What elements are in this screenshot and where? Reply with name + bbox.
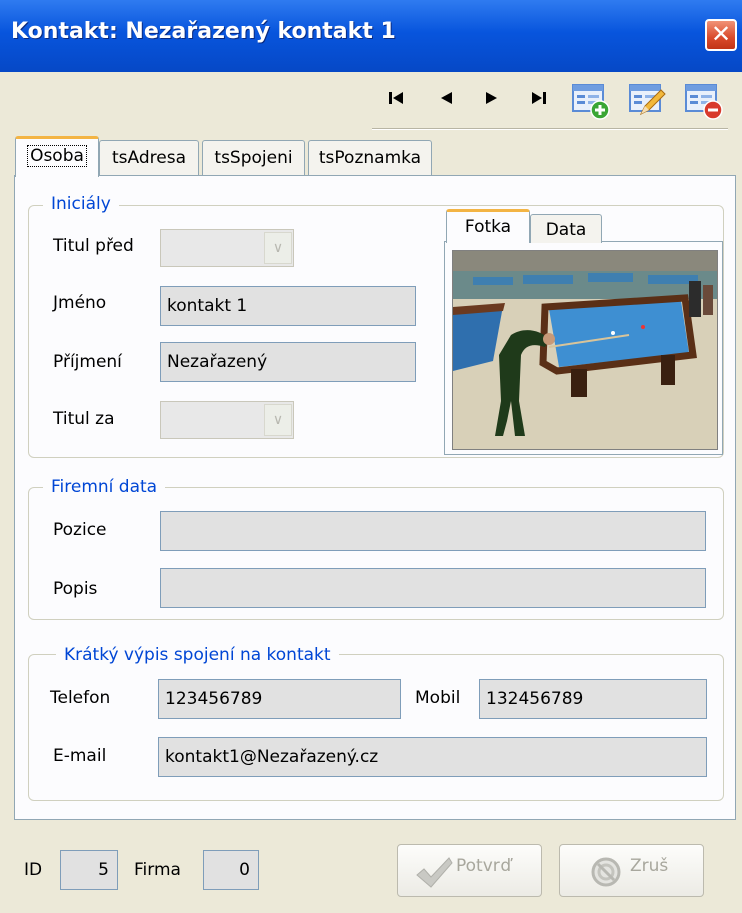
delete-record-icon (685, 84, 723, 120)
phone-field[interactable]: 123456789 (158, 679, 401, 719)
tab-fotka-label: Fotka (464, 217, 512, 237)
group-company-legend: Firemní data (43, 477, 166, 497)
billiards-photo-icon (453, 251, 717, 449)
prior-record-icon (441, 92, 452, 104)
tab-spojeni-label: tsSpojeni (214, 148, 293, 168)
id-field: 5 (60, 850, 118, 890)
chevron-down-icon[interactable]: ∨ (264, 232, 292, 264)
group-contact-summary (28, 654, 724, 801)
confirm-button-label: Potvrď (456, 856, 512, 876)
first-name-label: Jméno (53, 293, 107, 313)
toolbar-separator (372, 128, 728, 130)
first-name-field[interactable]: kontakt 1 (160, 286, 416, 326)
company-id-label: Firma (134, 860, 181, 880)
description-field[interactable] (160, 568, 706, 608)
tab-spojeni[interactable]: tsSpojeni (202, 140, 305, 175)
delete-record-button[interactable] (683, 80, 723, 120)
tab-data[interactable]: Data (530, 214, 602, 243)
id-label: ID (24, 860, 43, 880)
add-record-icon (572, 84, 610, 120)
mobile-field[interactable]: 132456789 (479, 679, 707, 719)
last-name-label: Příjmení (53, 352, 122, 372)
last-record-button[interactable] (526, 84, 552, 112)
cancel-button-label: Zruš (630, 856, 669, 876)
next-record-button[interactable] (479, 84, 505, 112)
title-before-label: Titul před (53, 236, 134, 256)
first-record-button[interactable] (383, 84, 409, 112)
tab-adresa-label: tsAdresa (112, 148, 186, 168)
window-title: Kontakt: Nezařazený kontakt 1 (11, 19, 396, 44)
close-button[interactable]: ✕ (705, 19, 737, 51)
prior-record-button[interactable] (433, 84, 459, 112)
confirm-button[interactable]: Potvrď (397, 844, 542, 897)
edit-record-icon (629, 84, 666, 116)
tab-osoba[interactable]: Osoba (15, 136, 99, 177)
cancel-icon (591, 857, 621, 887)
title-before-select[interactable]: ∨ (160, 229, 294, 267)
description-label: Popis (53, 579, 98, 599)
edit-record-button[interactable] (627, 80, 667, 120)
tab-data-label: Data (545, 220, 587, 240)
position-label: Pozice (53, 520, 107, 540)
tab-poznamka[interactable]: tsPoznamka (308, 140, 432, 175)
next-record-icon (486, 92, 497, 104)
add-record-button[interactable] (570, 80, 610, 120)
last-record-icon (532, 92, 546, 104)
mobile-label: Mobil (415, 688, 461, 708)
chevron-down-icon[interactable]: ∨ (264, 404, 292, 436)
contact-photo (452, 250, 718, 450)
checkmark-icon (416, 857, 453, 888)
position-field[interactable] (160, 511, 706, 551)
tab-osoba-label: Osoba (27, 145, 87, 167)
phone-label: Telefon (50, 688, 111, 708)
close-icon: ✕ (710, 20, 732, 48)
last-name-field[interactable]: Nezařazený (160, 342, 416, 382)
group-contact-legend: Krátký výpis spojení na kontakt (56, 645, 339, 665)
title-after-select[interactable]: ∨ (160, 401, 294, 439)
cancel-button[interactable]: Zruš (559, 844, 704, 897)
tab-adresa[interactable]: tsAdresa (99, 140, 199, 175)
email-label: E-mail (53, 746, 107, 766)
first-record-icon (389, 92, 403, 104)
group-initials-legend: Iniciály (43, 194, 119, 214)
tab-fotka[interactable]: Fotka (446, 209, 530, 243)
tab-poznamka-label: tsPoznamka (318, 148, 422, 168)
email-field[interactable]: kontakt1@Nezařazený.cz (158, 737, 707, 777)
title-after-label: Titul za (53, 409, 115, 429)
company-id-field: 0 (203, 850, 259, 890)
